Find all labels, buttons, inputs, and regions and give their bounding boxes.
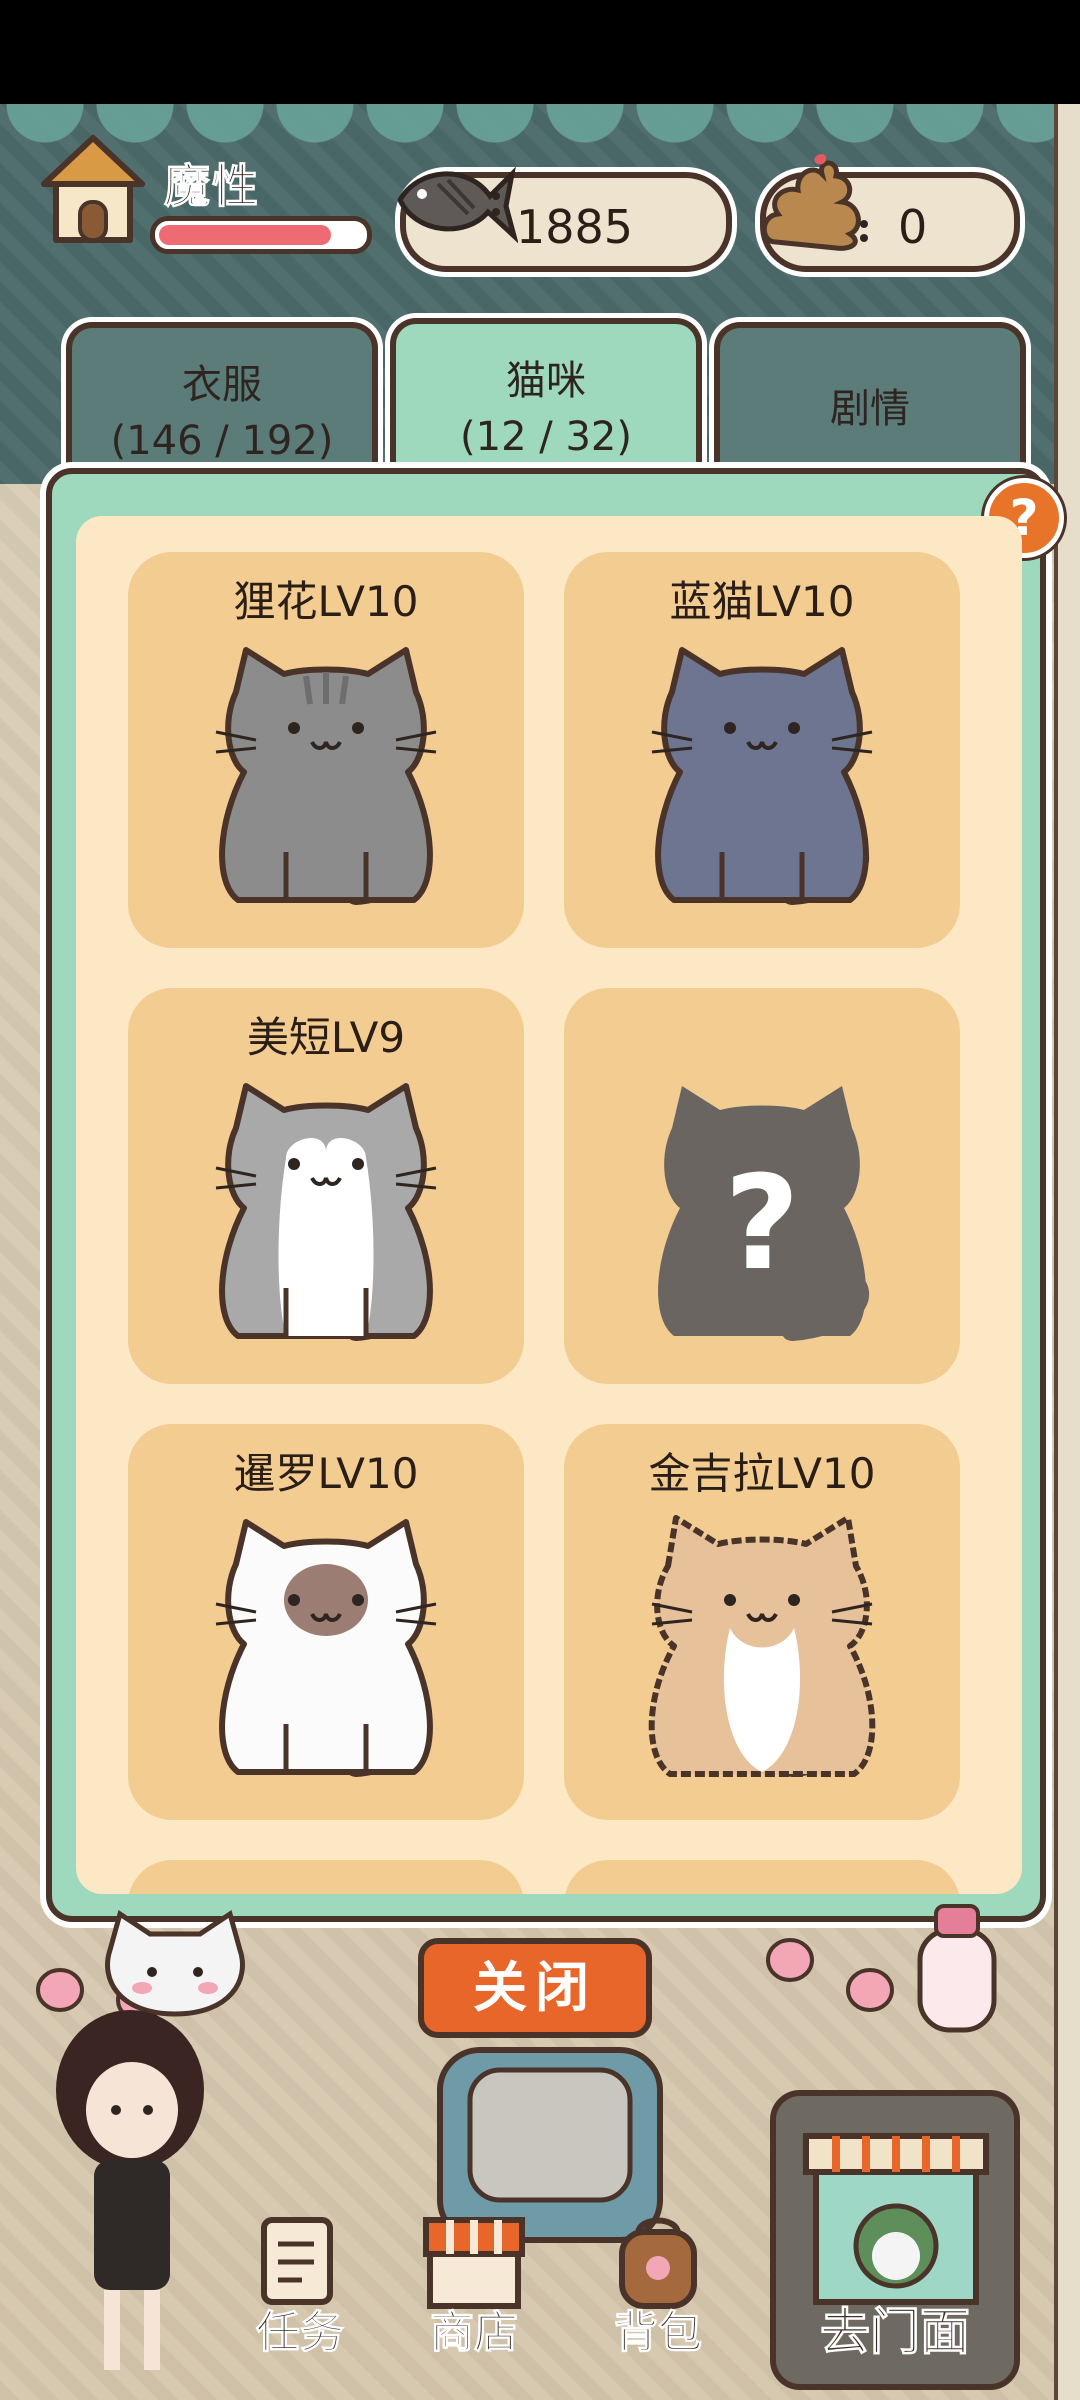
tab-story[interactable]: 剧情 [714,322,1026,470]
cat-card-name: 金吉拉LV10 [648,1449,876,1498]
poop-value: 0 [898,200,928,254]
tab-cats-label: 猫咪 [506,358,586,404]
fish-value: 1885 [516,200,634,254]
chinchilla-cat-icon [648,1515,876,1777]
cat-card[interactable]: 金吉拉LV10 [564,1424,960,1820]
hp-bar [150,216,372,254]
tab-clothes-count: (146 / 192) [110,418,334,464]
shop-label: 商店 [430,2307,519,2359]
cat-grid[interactable]: 狸花LV10 蓝猫LV10 美短LV9 ? 暹罗LV10 金吉拉LV10 [76,516,1022,1894]
bunting-decoration [0,104,1080,174]
tasks-button[interactable]: 任务 [240,2210,360,2360]
bag-button[interactable]: 背包 [598,2210,718,2360]
close-button[interactable]: 关闭 [418,1938,652,2038]
hp-bar-fill [159,225,332,245]
cat-card[interactable]: 美短LV9 [128,988,524,1384]
tab-cats-count: (12 / 32) [460,414,632,460]
shorthair-cat-icon [215,1083,437,1341]
cat-card[interactable]: 暹罗LV10 [128,1424,524,1820]
storefront-icon [803,2133,989,2305]
cat-card-locked[interactable]: ? [564,988,960,1384]
tab-story-label: 剧情 [830,386,910,432]
unknown-cat-silhouette-icon: ? [658,1086,870,1341]
bag-label: 背包 [614,2307,703,2359]
cat-peek-icon [105,1910,245,2017]
siamese-cat-icon [215,1519,437,1777]
frame-edge [1054,104,1080,2400]
tabby-cat-icon [215,647,437,905]
player-name: 魔性 [164,159,260,214]
backpack-icon [619,2217,697,2309]
tab-cats[interactable]: 猫咪 (12 / 32) [390,318,702,478]
shop-button[interactable]: 商店 [414,2210,534,2360]
fish-icon [397,166,518,244]
shopkeeper-girl-icon [56,2010,204,2370]
blue-cat-icon [651,647,873,905]
cat-card[interactable] [128,1860,524,1894]
poop-icon [761,154,868,251]
tab-clothes[interactable]: 衣服 (146 / 192) [66,322,378,470]
tab-clothes-label: 衣服 [182,362,262,408]
tasks-label: 任务 [256,2307,345,2359]
go-storefront-button[interactable]: 去门面 [770,2090,1020,2390]
svg-text:?: ? [724,1147,799,1299]
cat-card[interactable]: 蓝猫LV10 [564,552,960,948]
cat-card-name: 美短LV9 [246,1013,406,1062]
cat-card-name: 蓝猫LV10 [669,577,855,626]
cat-card-name: 狸花LV10 [233,577,419,626]
house-icon[interactable] [38,132,148,248]
cat-card[interactable] [564,1860,960,1894]
cat-card-name: 暹罗LV10 [233,1449,419,1498]
shop-awning-icon [423,2217,525,2309]
task-scroll-icon [261,2217,333,2305]
cat-card[interactable]: 狸花LV10 [128,552,524,948]
paw-garland-right-icon [766,1904,997,2033]
go-storefront-label: 去门面 [820,2303,971,2362]
